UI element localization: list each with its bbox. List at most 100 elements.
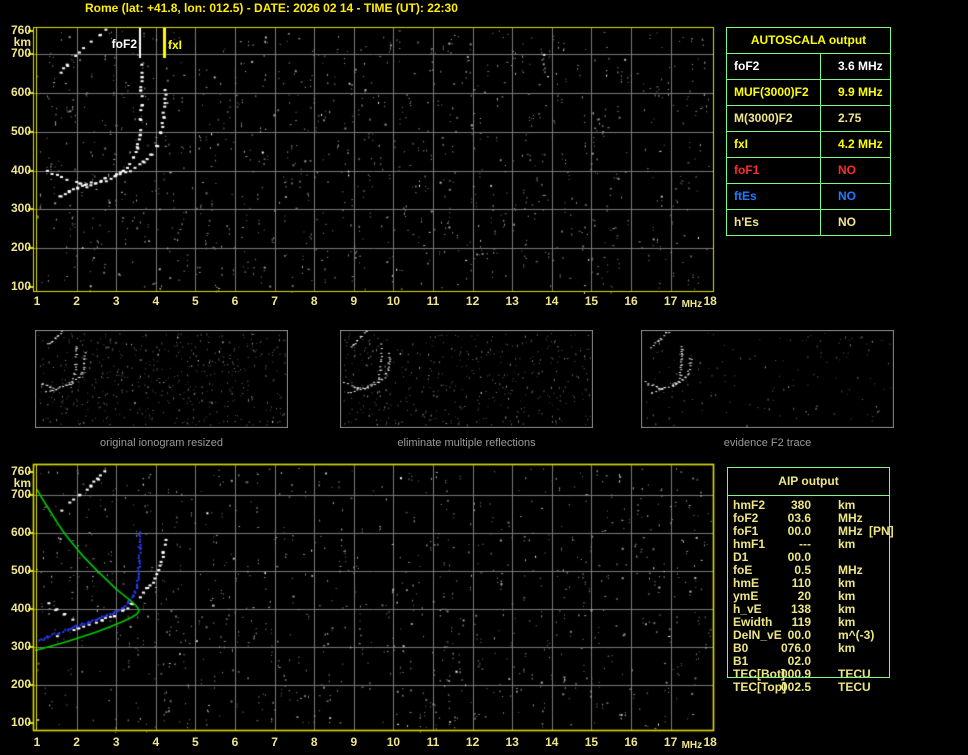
table-row-hEs: h'Es NO <box>727 210 890 235</box>
param-value: 2.75 <box>838 111 862 125</box>
x-axis-tick-label: 7 <box>271 294 278 308</box>
x-axis-tick-label: 15 <box>584 294 599 308</box>
x-axis-tick-label: 13 <box>505 294 519 308</box>
panel-caption-evidence: evidence F2 trace <box>723 437 812 449</box>
aip-header-divider <box>728 495 889 496</box>
table-row-foF1: foF1 NO <box>727 158 890 184</box>
aip-box-bottom-border <box>727 677 890 678</box>
x-axis-tick-label: 3 <box>112 735 120 749</box>
aip-row-DelNvE: DelN_vE 00.0 m^(-3) <box>733 629 893 642</box>
x-axis-tick-label: 17 <box>663 735 678 749</box>
x-axis-tick-label: 12 <box>465 735 480 749</box>
autoscala-program-window: Rome (lat: +41.8, lon: 012.5) - DATE: 20… <box>0 0 968 755</box>
panel-eliminate-reflections-canvas <box>340 330 593 428</box>
param-label: h'Es <box>727 210 821 235</box>
x-axis-tick-label: 9 <box>350 735 358 749</box>
param-label: fxI <box>727 132 821 157</box>
foF2-marker-label: foF2 <box>111 37 137 51</box>
x-axis-tick-label: 9 <box>350 294 358 308</box>
x-axis-tick-label: 11 <box>426 294 440 308</box>
param-label: ftEs <box>727 184 821 209</box>
param-label: foF2 <box>727 54 821 79</box>
y-axis-tick-label: 300 <box>10 638 31 653</box>
table-row-ftEs: ftEs NO <box>727 184 890 210</box>
aip-unit: km <box>838 537 856 551</box>
x-axis-tick-label: 13 <box>505 735 519 749</box>
y-axis-tick-label: 600 <box>10 85 31 100</box>
aip-row-hmF1: hmF1 --- km <box>733 538 893 551</box>
y-axis-tick-label: 400 <box>10 162 31 177</box>
panel-evidence-f2-trace-canvas <box>641 330 894 428</box>
x-axis-tick-label: 17 <box>663 294 678 308</box>
param-value: 3.6 MHz <box>838 59 883 73</box>
x-axis-tick-label: 6 <box>231 294 239 308</box>
x-axis-tick-label: 10 <box>386 735 401 749</box>
aip-unit: TECU <box>838 680 871 694</box>
y-axis-unit-label: km <box>13 476 31 490</box>
y-axis-tick-label: 500 <box>10 123 31 138</box>
x-axis-tick-label: 7 <box>271 735 278 749</box>
fxI-marker-label: fxI <box>168 38 183 52</box>
param-label: M(3000)F2 <box>727 106 821 131</box>
panel-caption-eliminate: eliminate multiple reflections <box>397 437 536 449</box>
x-axis-tick-label: 2 <box>73 735 80 749</box>
autoscala-table-header: AUTOSCALA output <box>727 28 890 54</box>
table-row-foF2: foF2 3.6 MHz <box>727 54 890 80</box>
x-axis-tick-label: 16 <box>624 735 638 749</box>
x-axis-tick-label: 1 <box>33 294 41 308</box>
x-axis-tick-label: 4 <box>152 735 160 749</box>
aip-row-B0: B0 076.0 km <box>733 642 893 655</box>
y-axis-tick-label: 200 <box>10 240 31 255</box>
x-axis-tick-label: 8 <box>310 294 318 308</box>
param-label: foF1 <box>727 158 821 183</box>
x-axis-unit-label: MHz <box>681 299 703 310</box>
param-value: 4.2 MHz <box>838 137 883 151</box>
y-axis-tick-label: 100 <box>10 279 31 294</box>
x-axis-tick-label: 1 <box>33 735 41 749</box>
x-axis-tick-label: 5 <box>192 735 199 749</box>
x-axis-tick-label: 6 <box>231 735 239 749</box>
y-axis-tick-label: 600 <box>10 524 31 539</box>
x-axis-tick-label: 12 <box>465 294 480 308</box>
x-axis-tick-label: 15 <box>584 735 599 749</box>
param-label: MUF(3000)F2 <box>727 80 821 105</box>
param-value: NO <box>838 189 856 203</box>
autoscala-output-table: AUTOSCALA output foF2 3.6 MHz MUF(3000)F… <box>726 27 891 236</box>
x-axis-tick-label: 2 <box>73 294 80 308</box>
x-axis-tick-label: 4 <box>152 294 160 308</box>
ionogram-chart-canvas <box>28 26 716 294</box>
panel-caption-original: original ionogram resized <box>100 437 223 449</box>
x-axis-tick-label: 11 <box>426 735 440 749</box>
x-axis-tick-label: 5 <box>192 294 199 308</box>
table-row-M3000F2: M(3000)F2 2.75 <box>727 106 890 132</box>
x-axis-tick-label: 10 <box>386 294 401 308</box>
table-row-fxI: fxI 4.2 MHz <box>727 132 890 158</box>
aip-table-header: AIP output <box>778 474 839 488</box>
x-axis-unit-label: MHz <box>681 740 703 751</box>
x-axis-tick-label: 8 <box>310 735 318 749</box>
aip-row-D1: D1 00.0 <box>733 551 893 564</box>
y-axis-tick-label: 100 <box>10 714 31 729</box>
y-axis-tick-label: 700 <box>10 46 31 61</box>
aip-value: 002.5 <box>780 680 811 694</box>
y-axis-tick-label: 500 <box>10 562 31 577</box>
param-value: 9.9 MHz <box>838 85 883 99</box>
x-axis-tick-label: 16 <box>624 294 638 308</box>
aip-rows-container: hmF2 380 km foF2 03.6 MHz foF1 00.0 MHz [PN] hmF1-… <box>733 499 894 699</box>
profile-chart-canvas <box>28 463 716 733</box>
x-axis-tick-label: 14 <box>545 294 559 308</box>
x-axis-tick-label: 14 <box>545 735 559 749</box>
y-axis-tick-label: 300 <box>10 201 31 216</box>
param-value: NO <box>838 163 856 177</box>
panel-original-ionogram-canvas <box>35 330 288 428</box>
param-value: NO <box>838 215 856 229</box>
station-date-title: Rome (lat: +41.8, lon: 012.5) - DATE: 20… <box>85 1 458 15</box>
y-axis-tick-label: 200 <box>10 676 31 691</box>
aip-unit: km <box>838 641 856 655</box>
y-axis-tick-label: 400 <box>10 600 31 615</box>
table-row-MUF3000F2: MUF(3000)F2 9.9 MHz <box>727 80 890 106</box>
y-axis-unit-label: km <box>13 35 31 49</box>
aip-extra: [PN] <box>869 524 894 538</box>
aip-row-TECTop: TEC[Top] 002.5 TECU <box>733 681 893 694</box>
x-axis-tick-label: 3 <box>112 294 120 308</box>
